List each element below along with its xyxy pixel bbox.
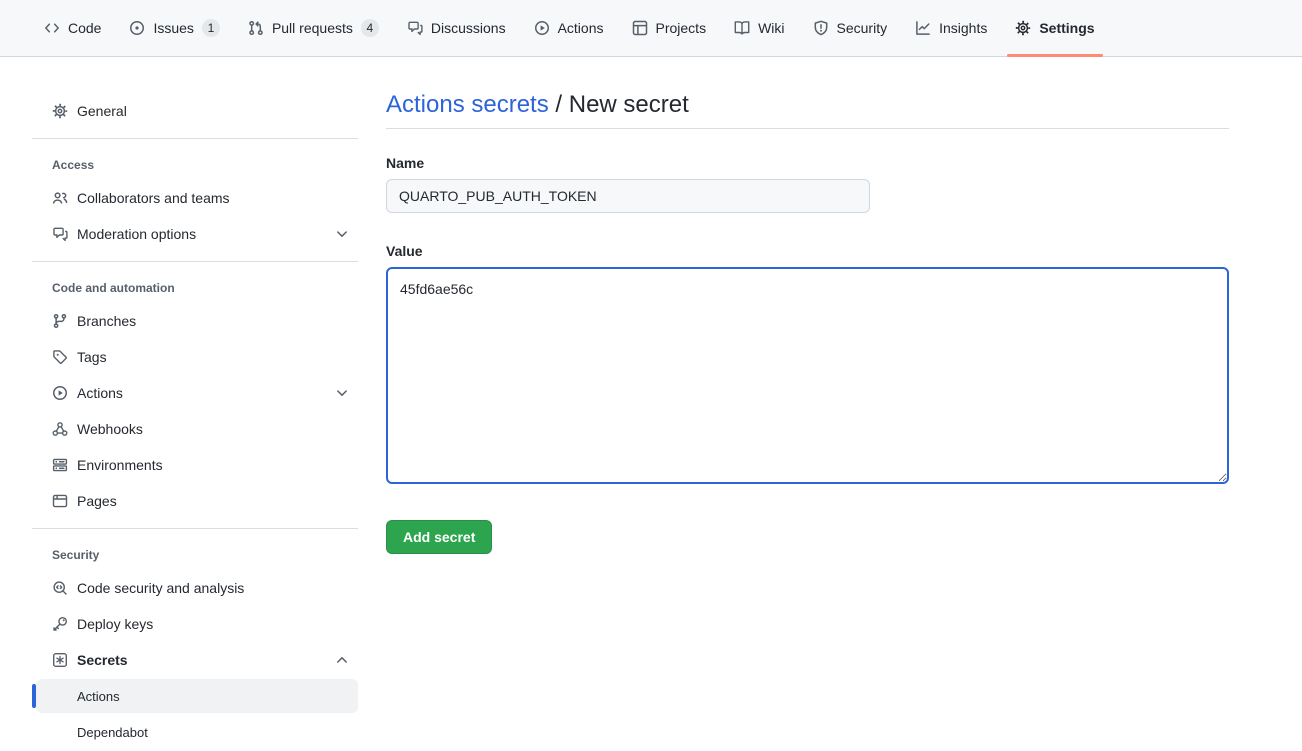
sidebar-divider [32,528,358,529]
asterisk-box-icon [52,652,68,668]
tab-label: Discussions [431,20,506,36]
sidebar-item-environments[interactable]: Environments [36,448,358,482]
sidebar-subitem-secrets-actions[interactable]: Actions [36,679,358,713]
secret-value-textarea[interactable]: 45fd6ae56c [386,267,1229,484]
issues-count-badge: 1 [202,19,220,37]
page-title: Actions secrets / New secret [386,91,1229,129]
book-icon [734,20,750,36]
sidebar-item-label: General [77,103,127,119]
tab-settings[interactable]: Settings [1007,0,1102,56]
tab-actions[interactable]: Actions [526,0,612,56]
repo-nav: Code Issues 1 Pull requests 4 Discussion… [0,0,1302,57]
gear-icon [52,103,68,119]
browser-icon [52,493,68,509]
name-label: Name [386,155,1229,171]
tab-label: Security [837,20,888,36]
sidebar-item-actions[interactable]: Actions [36,376,358,410]
sidebar-item-label: Webhooks [77,421,143,437]
sidebar-item-tags[interactable]: Tags [36,340,358,374]
sidebar-item-moderation-options[interactable]: Moderation options [36,217,358,251]
breadcrumb-current: New secret [569,91,689,118]
tab-security[interactable]: Security [805,0,896,56]
sidebar-item-label: Actions [77,385,123,401]
play-icon [52,385,68,401]
graph-icon [915,20,931,36]
tab-discussions[interactable]: Discussions [399,0,514,56]
tab-label: Projects [656,20,707,36]
settings-sidebar: General Access Collaborators and teams M… [32,57,358,751]
tab-projects[interactable]: Projects [624,0,715,56]
sidebar-item-label: Secrets [77,652,128,668]
sidebar-item-label: Environments [77,457,163,473]
shield-icon [813,20,829,36]
sidebar-section-security: Security [32,539,358,571]
tag-icon [52,349,68,365]
tab-label: Insights [939,20,987,36]
tab-issues[interactable]: Issues 1 [121,0,227,56]
comment-discussion-icon [407,20,423,36]
sidebar-item-deploy-keys[interactable]: Deploy keys [36,607,358,641]
sidebar-item-label: Moderation options [77,226,196,242]
comment-discussion-icon [52,226,68,242]
sidebar-item-collaborators-and-teams[interactable]: Collaborators and teams [36,181,358,215]
sidebar-subitem-label: Actions [77,689,120,704]
actions-secrets-link[interactable]: Actions secrets [386,91,549,118]
sidebar-item-label: Tags [77,349,107,365]
tab-label: Settings [1039,20,1094,36]
sidebar-subitem-label: Dependabot [77,725,148,740]
chevron-up-icon [334,652,350,668]
sidebar-divider [32,138,358,139]
codescan-icon [52,580,68,596]
selected-item-indicator [32,684,36,708]
play-icon [534,20,550,36]
chevron-down-icon [334,226,350,242]
tab-label: Actions [558,20,604,36]
pull-requests-count-badge: 4 [361,19,379,37]
git-branch-icon [52,313,68,329]
tab-label: Wiki [758,20,784,36]
sidebar-item-label: Pages [77,493,117,509]
chevron-down-icon [334,385,350,401]
people-icon [52,190,68,206]
gear-icon [1015,20,1031,36]
tab-label: Code [68,20,101,36]
code-icon [44,20,60,36]
sidebar-item-secrets[interactable]: Secrets [36,643,358,677]
sidebar-item-pages[interactable]: Pages [36,484,358,518]
value-label: Value [386,243,1229,259]
sidebar-item-code-security-and-analysis[interactable]: Code security and analysis [36,571,358,605]
secret-name-input[interactable] [386,179,870,213]
tab-label: Pull requests [272,20,353,36]
new-secret-panel: Actions secrets / New secret Name Value … [386,57,1229,554]
sidebar-item-webhooks[interactable]: Webhooks [36,412,358,446]
tab-pull-requests[interactable]: Pull requests 4 [240,0,387,56]
key-icon [52,616,68,632]
sidebar-item-label: Deploy keys [77,616,153,632]
git-pull-request-icon [248,20,264,36]
sidebar-item-branches[interactable]: Branches [36,304,358,338]
sidebar-divider [32,261,358,262]
tab-code[interactable]: Code [36,0,109,56]
tab-wiki[interactable]: Wiki [726,0,792,56]
webhook-icon [52,421,68,437]
sidebar-section-access: Access [32,149,358,181]
sidebar-item-label: Branches [77,313,136,329]
table-icon [632,20,648,36]
sidebar-subitem-secrets-dependabot[interactable]: Dependabot [36,715,358,749]
tab-label: Issues [153,20,193,36]
server-icon [52,457,68,473]
sidebar-item-general[interactable]: General [36,94,358,128]
add-secret-button[interactable]: Add secret [386,520,492,554]
sidebar-item-label: Code security and analysis [77,580,244,596]
issue-opened-icon [129,20,145,36]
breadcrumb-separator: / [549,91,569,118]
tab-insights[interactable]: Insights [907,0,995,56]
sidebar-item-label: Collaborators and teams [77,190,230,206]
sidebar-section-code-and-automation: Code and automation [32,272,358,304]
